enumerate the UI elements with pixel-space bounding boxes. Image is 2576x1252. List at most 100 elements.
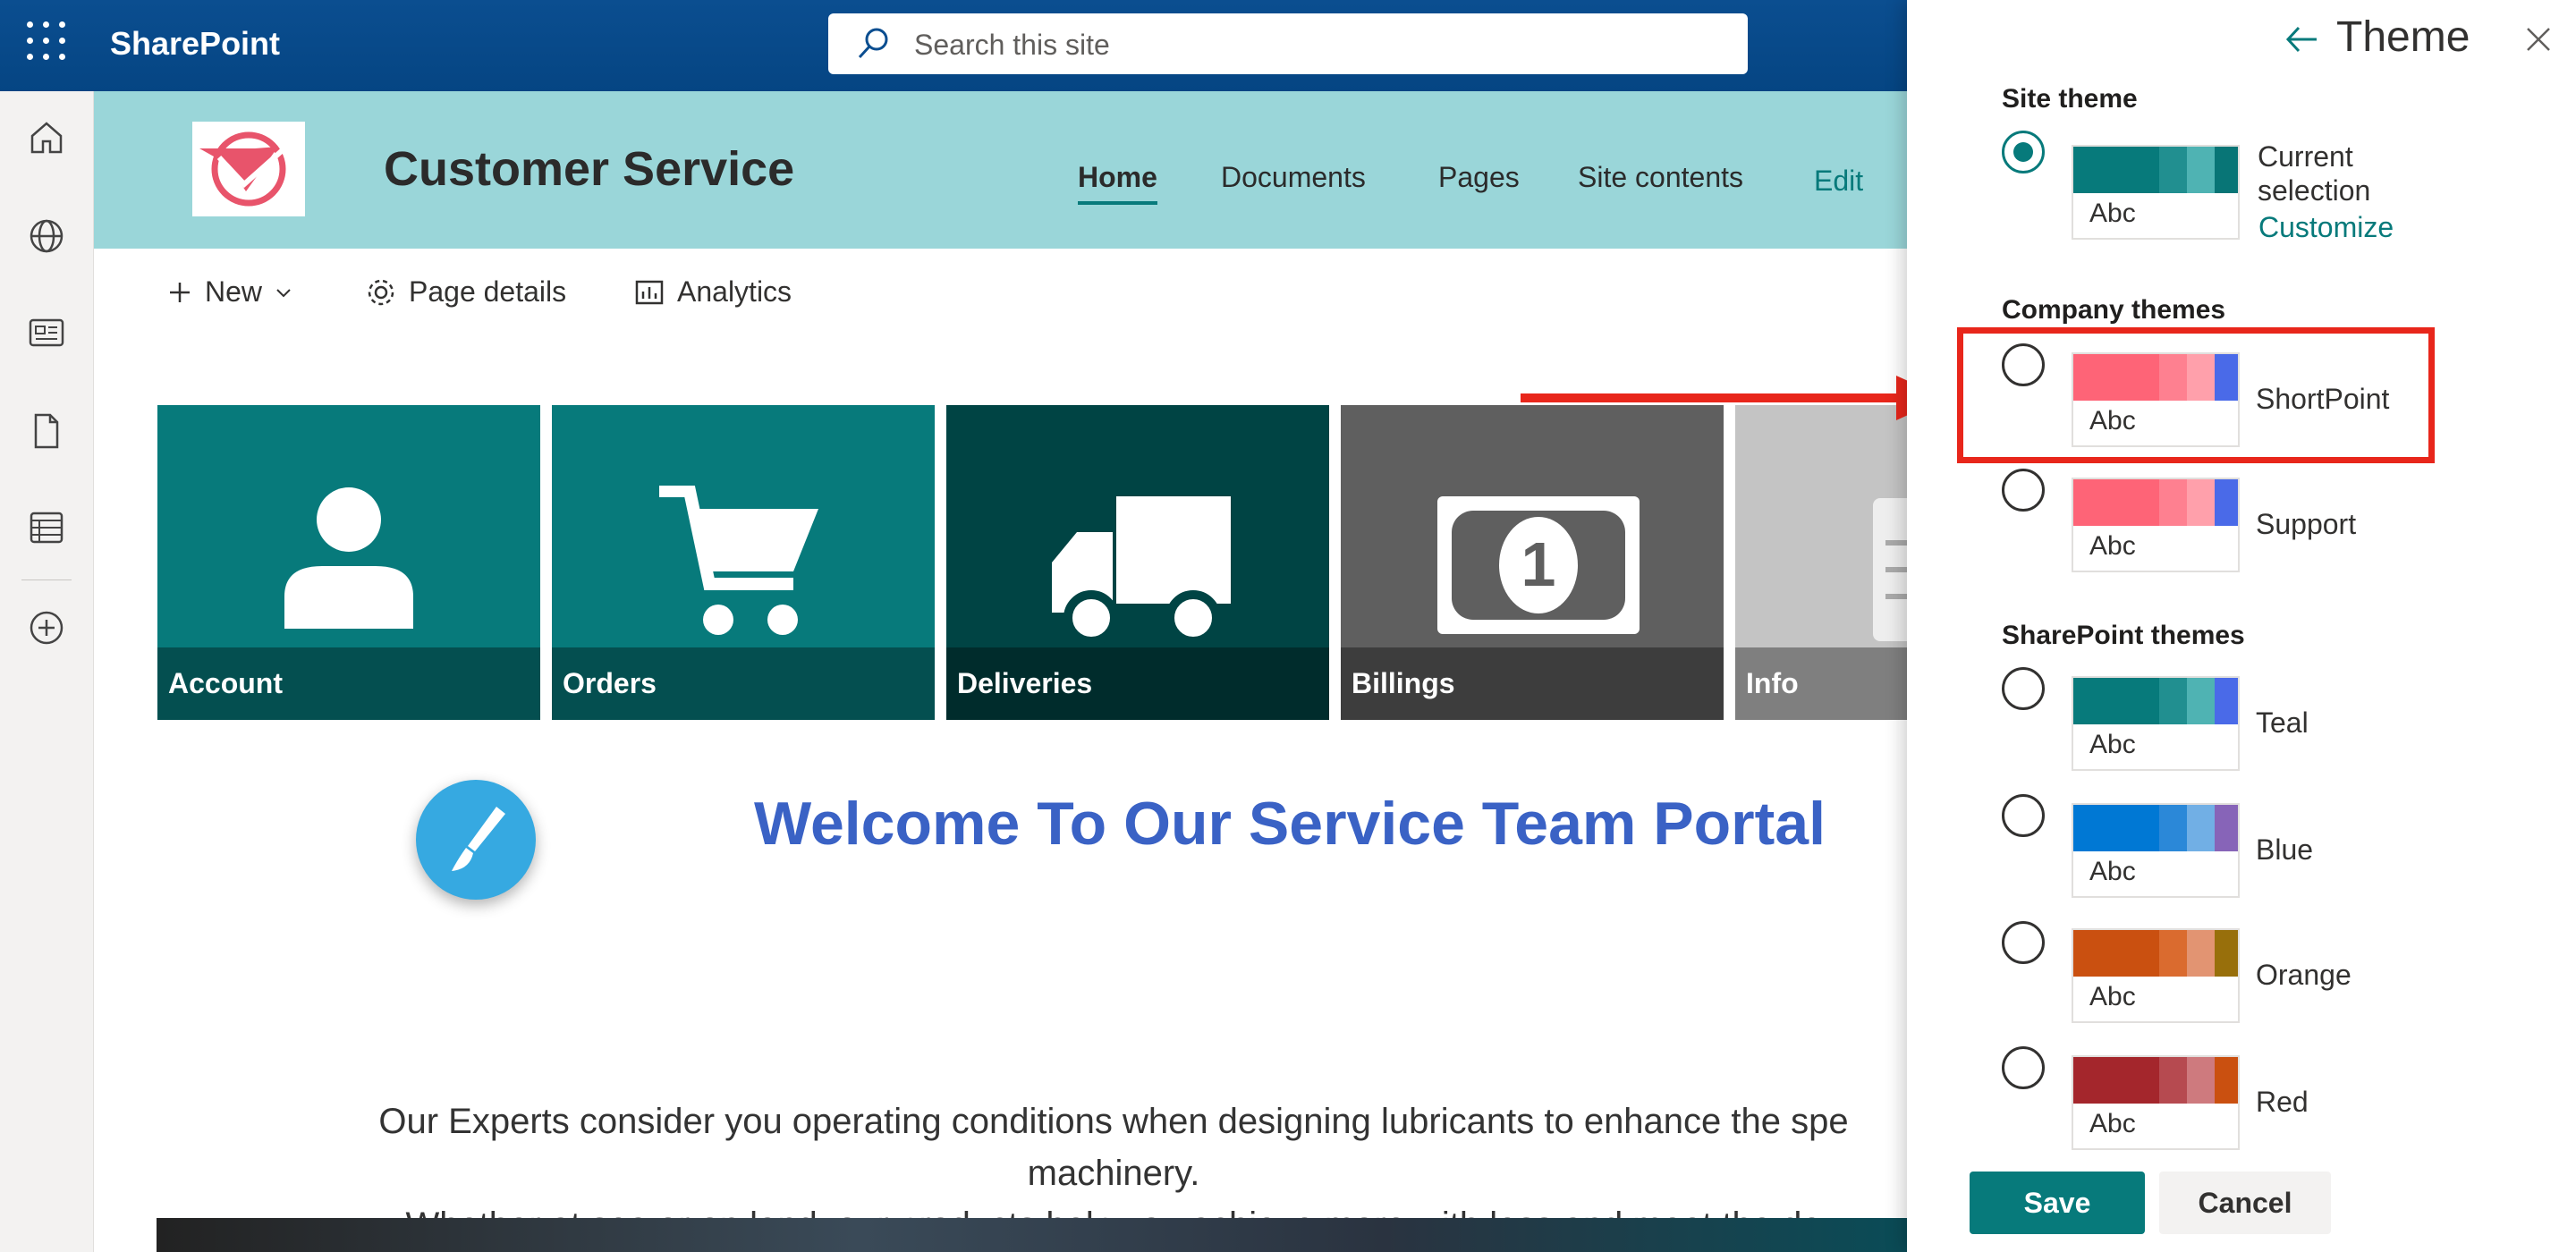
design-brush-button[interactable] <box>416 780 536 900</box>
swatch-sample-text: Abc <box>2089 982 2136 1011</box>
cancel-button[interactable]: Cancel <box>2159 1172 2331 1234</box>
swatch-color-segment <box>2158 805 2187 851</box>
app-launcher-icon[interactable] <box>27 21 66 61</box>
swatch-color-segment <box>2215 678 2238 724</box>
swatch-color-segment <box>2215 479 2238 526</box>
theme-swatch-orange[interactable]: Abc <box>2072 928 2240 1023</box>
swatch-color-segment <box>2115 678 2159 724</box>
home-icon[interactable] <box>27 118 66 157</box>
tile-deliveries[interactable]: Deliveries <box>946 405 1329 720</box>
theme-swatch-blue[interactable]: Abc <box>2072 803 2240 898</box>
swatch-colors <box>2073 805 2238 851</box>
tile-orders[interactable]: Orders <box>552 405 935 720</box>
theme-name-support[interactable]: Support <box>2256 508 2356 541</box>
money-icon: 1 <box>1437 496 1640 634</box>
swatch-sample-text: Abc <box>2089 199 2136 228</box>
edit-nav-link[interactable]: Edit <box>1814 165 1863 198</box>
swatch-color-segment <box>2186 678 2216 724</box>
globe-icon[interactable] <box>27 216 66 256</box>
theme-radio-teal[interactable] <box>2002 667 2045 710</box>
swatch-color-segment <box>2215 1057 2238 1104</box>
plus-icon <box>170 282 190 302</box>
save-button[interactable]: Save <box>1970 1172 2145 1234</box>
tile-info[interactable]: Info <box>1735 405 1907 720</box>
swatch-color-segment <box>2158 479 2187 526</box>
swatch-color-segment <box>2215 805 2238 851</box>
theme-name-blue[interactable]: Blue <box>2256 833 2313 867</box>
site-page: Customer Service Home Documents Pages Si… <box>94 91 1907 1252</box>
nav-pages[interactable]: Pages <box>1438 161 1520 194</box>
news-icon[interactable] <box>27 313 66 352</box>
swatch-colors <box>2073 1057 2238 1104</box>
theme-name-orange[interactable]: Orange <box>2256 959 2351 992</box>
theme-name-red[interactable]: Red <box>2256 1086 2309 1119</box>
search-box[interactable]: Search this site <box>828 13 1748 74</box>
nav-documents[interactable]: Documents <box>1221 161 1366 194</box>
swatch-color-segment <box>2158 147 2187 193</box>
back-arrow-icon[interactable] <box>2284 21 2320 57</box>
intro-line-1: Our Experts consider you operating condi… <box>378 1102 1849 1141</box>
swatch-color-segment <box>2186 930 2216 977</box>
new-button[interactable]: New <box>167 275 292 309</box>
swatch-color-segment <box>2073 479 2116 526</box>
page-details-label: Page details <box>409 275 567 308</box>
swatch-colors <box>2073 930 2238 977</box>
suite-bar: SharePoint Search this site <box>0 0 1907 91</box>
swatch-color-segment <box>2215 147 2238 193</box>
swatch-color-segment <box>2186 147 2216 193</box>
tile-account[interactable]: Account <box>157 405 540 720</box>
brand-name[interactable]: SharePoint <box>110 25 280 63</box>
document-icon <box>1873 498 1907 641</box>
tile-billings[interactable]: 1 Billings <box>1341 405 1724 720</box>
theme-swatch-red[interactable]: Abc <box>2072 1055 2240 1150</box>
analytics-icon <box>635 280 664 304</box>
welcome-heading: Welcome To Our Service Team Portal <box>754 790 1826 858</box>
swatch-color-segment <box>2115 930 2159 977</box>
swatch-color-segment <box>2186 805 2216 851</box>
theme-name-teal[interactable]: Teal <box>2256 706 2309 740</box>
tile-billings-label: Billings <box>1341 647 1724 720</box>
swatch-color-segment <box>2115 147 2159 193</box>
swatch-sample-text: Abc <box>2089 730 2136 759</box>
site-header: Customer Service Home Documents Pages Si… <box>94 91 1907 249</box>
customize-link[interactable]: Customize <box>2258 211 2394 244</box>
swatch-color-segment <box>2186 1057 2216 1104</box>
swatch-color-segment <box>2073 1057 2116 1104</box>
swatch-color-segment <box>2115 1057 2159 1104</box>
theme-radio-support[interactable] <box>2002 469 2045 512</box>
analytics-button[interactable]: Analytics <box>634 275 792 309</box>
intro-line-2: machinery. <box>1027 1154 1200 1193</box>
file-icon[interactable] <box>27 411 66 451</box>
swatch-color-segment <box>2073 678 2116 724</box>
theme-radio-blue[interactable] <box>2002 794 2045 837</box>
theme-panel: Theme Site theme Abc Current selection C… <box>1907 0 2576 1252</box>
current-theme-radio[interactable] <box>2002 131 2045 173</box>
site-logo-graphic <box>199 131 294 207</box>
panel-title: Theme <box>2336 13 2470 61</box>
analytics-label: Analytics <box>677 275 792 308</box>
chevron-down-icon <box>276 288 291 297</box>
swatch-sample-text: Abc <box>2089 857 2136 886</box>
theme-radio-orange[interactable] <box>2002 921 2045 964</box>
current-theme-swatch[interactable]: Abc <box>2072 145 2240 240</box>
nav-home[interactable]: Home <box>1078 161 1157 205</box>
new-label: New <box>205 275 263 308</box>
swatch-color-segment <box>2073 805 2116 851</box>
swatch-colors <box>2073 479 2238 526</box>
search-icon <box>858 28 888 59</box>
annotation-arrow-icon <box>1521 376 1945 420</box>
tile-orders-label: Orders <box>552 647 935 720</box>
list-icon[interactable] <box>27 508 66 547</box>
nav-divider <box>21 579 72 580</box>
site-logo[interactable] <box>192 122 305 216</box>
page-details-button[interactable]: Page details <box>366 275 566 309</box>
company-themes-heading: Company themes <box>2002 295 2226 325</box>
theme-radio-red[interactable] <box>2002 1046 2045 1089</box>
theme-swatch-support[interactable]: Abc <box>2072 478 2240 572</box>
swatch-sample-text: Abc <box>2089 531 2136 561</box>
theme-swatch-teal[interactable]: Abc <box>2072 676 2240 771</box>
close-icon[interactable] <box>2524 25 2553 54</box>
site-title[interactable]: Customer Service <box>384 141 794 197</box>
add-circle-icon[interactable] <box>27 608 66 647</box>
nav-site-contents[interactable]: Site contents <box>1578 161 1743 194</box>
